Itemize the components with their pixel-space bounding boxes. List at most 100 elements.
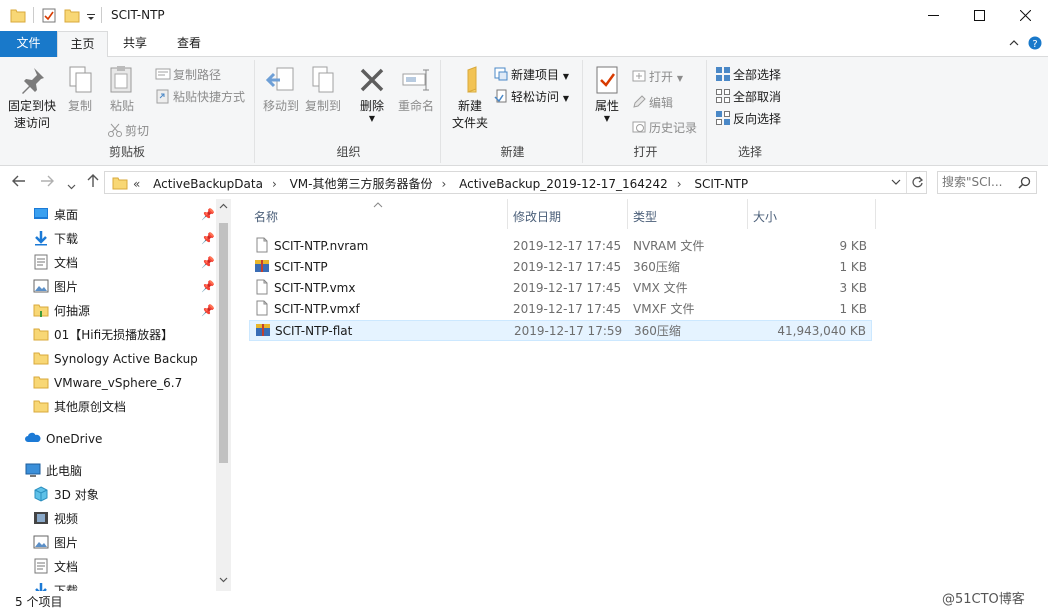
table-row[interactable]: SCIT-NTP 2019-12-17 17:45 360压缩 1 KB	[249, 257, 872, 278]
nav-item-folder[interactable]: VMware_vSphere_6.7	[33, 371, 182, 395]
minimize-button[interactable]	[910, 0, 956, 31]
copy-path-button[interactable]: 复制路径	[155, 65, 221, 85]
column-header-size[interactable]: 大小	[748, 199, 876, 229]
copy-path-label: 复制路径	[173, 68, 222, 82]
breadcrumb-item[interactable]: ActiveBackup_2019-12-17_164242	[459, 177, 668, 191]
table-row-selected[interactable]: SCIT-NTP-flat 2019-12-17 17:59 360压缩 41,…	[249, 320, 872, 341]
tab-home[interactable]: 主页	[57, 31, 108, 58]
folder-icon	[112, 177, 128, 190]
nav-item-folder[interactable]: 01【Hifi无损播放器】	[33, 323, 173, 347]
new-item-button[interactable]: 新建项目 ▼	[493, 65, 569, 85]
copy-to-button[interactable]: 复制到	[303, 64, 343, 115]
file-name-cell: SCIT-NTP.vmx	[254, 278, 355, 299]
move-to-button[interactable]: 移动到	[261, 64, 301, 115]
breadcrumb: « ActiveBackupData › VM-其他第三方服务器备份 › Activ…	[133, 175, 757, 192]
table-row[interactable]: SCIT-NTP.vmx 2019-12-17 17:45 VMX 文件 3 K…	[249, 278, 872, 299]
copy-button[interactable]: 复制	[62, 64, 98, 115]
search-icon[interactable]	[1018, 176, 1031, 189]
column-header-name[interactable]: 名称	[249, 199, 508, 229]
properties-checkmark-icon[interactable]	[41, 7, 57, 24]
nav-item-documents[interactable]: 文档	[33, 555, 78, 579]
nav-item-user-folder[interactable]: 何抽源	[33, 299, 90, 323]
nav-item-videos[interactable]: 视频	[33, 507, 78, 531]
invert-selection-button[interactable]: 反向选择	[715, 109, 781, 129]
breadcrumb-separator-icon[interactable]: ›	[272, 177, 277, 191]
table-row[interactable]: SCIT-NTP.nvram 2019-12-17 17:45 NVRAM 文件…	[249, 236, 872, 257]
select-none-icon	[716, 89, 730, 103]
close-button[interactable]	[1002, 0, 1048, 31]
address-history-chevron-icon[interactable]	[891, 179, 901, 186]
collapse-ribbon-icon[interactable]	[1008, 37, 1020, 49]
edit-button[interactable]: 编辑	[631, 93, 673, 113]
breadcrumb-item[interactable]: VM-其他第三方服务器备份	[290, 177, 433, 191]
breadcrumb-separator-icon[interactable]: ›	[441, 177, 446, 191]
nav-item-desktop[interactable]: 桌面	[33, 203, 78, 227]
nav-item-3d-objects[interactable]: 3D 对象	[33, 483, 99, 507]
nav-item-onedrive[interactable]: OneDrive	[25, 427, 102, 451]
refresh-icon[interactable]	[911, 176, 924, 189]
easy-access-label: 轻松访问	[511, 90, 560, 104]
back-button[interactable]	[12, 174, 26, 192]
select-none-button[interactable]: 全部取消	[715, 87, 781, 107]
nav-item-folder[interactable]: Synology Active Backup	[33, 347, 198, 371]
scroll-down-icon[interactable]	[219, 577, 228, 583]
nav-item-downloads[interactable]: 下载	[33, 579, 78, 591]
pin-quick-access-button[interactable]: 固定到快 速访问	[4, 64, 60, 132]
nav-item-downloads[interactable]: 下载	[33, 227, 78, 251]
easy-access-dropdown-arrow: ▼	[562, 94, 569, 103]
nav-item-pictures[interactable]: 图片	[33, 275, 78, 299]
scrollbar-thumb[interactable]	[219, 223, 228, 463]
file-date: 2019-12-17 17:59	[514, 324, 623, 338]
customize-toolbar-icon[interactable]	[86, 7, 96, 24]
status-bar: 5 个项目	[0, 591, 1048, 613]
maximize-button[interactable]	[956, 0, 1002, 31]
new-folder-button[interactable]: 新建 文件夹	[446, 64, 494, 132]
nav-item-folder[interactable]: 其他原创文档	[33, 395, 126, 419]
column-header-type[interactable]: 类型	[628, 199, 748, 229]
tab-share[interactable]: 共享	[110, 31, 160, 57]
scroll-up-icon[interactable]	[219, 203, 228, 209]
search-input[interactable]	[942, 175, 1012, 189]
help-icon[interactable]: ?	[1028, 36, 1042, 50]
breadcrumb-item[interactable]: SCIT-NTP	[694, 177, 748, 191]
new-folder-quick-icon[interactable]	[64, 7, 80, 24]
table-row[interactable]: SCIT-NTP.vmxf 2019-12-17 17:45 VMXF 文件 1…	[249, 299, 872, 320]
pin-icon: 📌	[201, 208, 215, 221]
paste-button[interactable]: 粘贴	[104, 64, 140, 115]
breadcrumb-overflow[interactable]: «	[133, 177, 140, 191]
breadcrumb-item[interactable]: ActiveBackupData	[153, 177, 263, 191]
paste-shortcut-icon	[156, 89, 169, 104]
nav-item-label: 桌面	[54, 208, 79, 222]
cut-button[interactable]: 剪切	[107, 121, 149, 141]
file-name-cell: SCIT-NTP.nvram	[254, 236, 368, 257]
select-all-button[interactable]: 全部选择	[715, 65, 781, 85]
delete-dropdown-arrow[interactable]: ▼	[354, 115, 390, 123]
easy-access-button[interactable]: 轻松访问 ▼	[493, 87, 569, 107]
tab-file[interactable]: 文件	[0, 31, 57, 57]
tab-view[interactable]: 查看	[160, 31, 218, 57]
nav-item-pictures[interactable]: 图片	[33, 531, 78, 555]
nav-item-this-pc[interactable]: 此电脑	[25, 459, 82, 483]
column-header-date[interactable]: 修改日期	[508, 199, 628, 229]
history-button[interactable]: 历史记录	[631, 118, 697, 138]
minimize-icon	[927, 15, 939, 16]
paste-shortcut-button[interactable]: 粘贴快捷方式	[155, 87, 245, 107]
address-bar[interactable]: « ActiveBackupData › VM-其他第三方服务器备份 › Activ…	[104, 171, 927, 194]
delete-button[interactable]: 删除 ▼	[354, 64, 390, 123]
recent-locations-button[interactable]	[67, 178, 76, 194]
forward-button[interactable]	[40, 174, 54, 192]
new-folder-icon	[467, 66, 477, 93]
open-group: 属性 ▼ 打开 ▼ 编辑 历史记录 打开	[585, 60, 707, 163]
properties-dropdown-arrow[interactable]: ▼	[589, 115, 625, 123]
clipboard-group-label: 剪贴板	[108, 145, 145, 159]
nav-pane-scrollbar[interactable]	[216, 199, 231, 591]
open-button[interactable]: 打开 ▼	[631, 67, 683, 87]
delete-icon	[360, 68, 384, 92]
search-box[interactable]	[937, 171, 1037, 194]
rename-button[interactable]: 重命名	[395, 64, 437, 115]
breadcrumb-separator-icon[interactable]: ›	[677, 177, 682, 191]
nav-item-documents[interactable]: 文档	[33, 251, 78, 275]
up-button[interactable]	[86, 174, 100, 192]
properties-button[interactable]: 属性 ▼	[589, 64, 625, 123]
open-dropdown-arrow: ▼	[676, 74, 683, 83]
